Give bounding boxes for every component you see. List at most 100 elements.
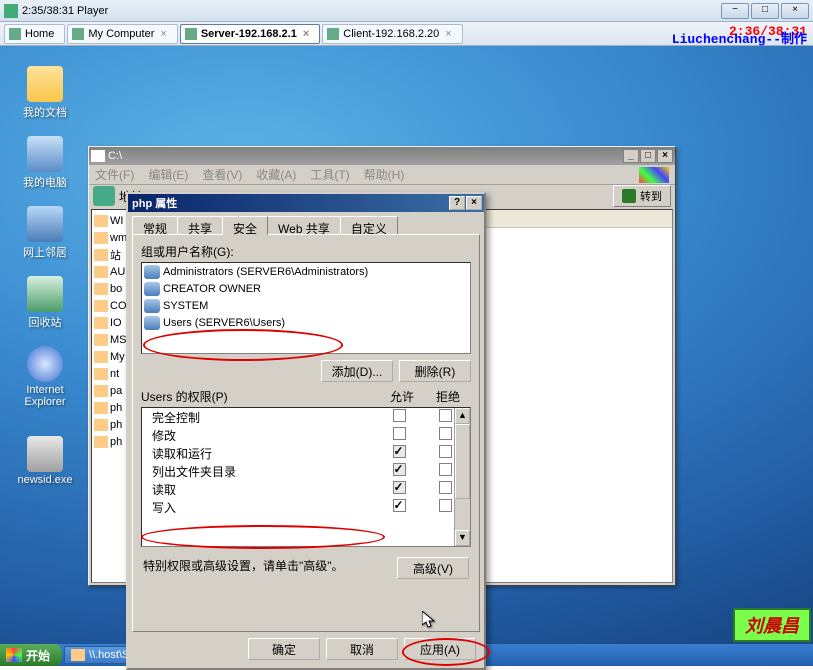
advanced-button[interactable]: 高级(V) [397, 557, 469, 579]
list-item[interactable]: IO [94, 314, 130, 331]
user-item[interactable]: Administrators (SERVER6\Administrators) [142, 263, 470, 280]
dialog-title: php 属性 [130, 195, 449, 211]
menu-view[interactable]: 查看(V) [202, 166, 242, 183]
deny-checkbox[interactable] [439, 499, 452, 512]
list-item[interactable]: wm [94, 229, 130, 246]
menu-fav[interactable]: 收藏(A) [256, 166, 296, 183]
user-item[interactable]: CREATOR OWNER [142, 280, 470, 297]
ok-button[interactable]: 确定 [248, 638, 320, 660]
cancel-button[interactable]: 取消 [326, 638, 398, 660]
apply-button[interactable]: 应用(A) [404, 638, 476, 660]
explorer-titlebar[interactable]: C:\ _ □ × [89, 147, 675, 165]
minimize-button[interactable]: _ [623, 149, 639, 163]
tab-strip: 常规 共享 安全 Web 共享 自定义 [128, 212, 484, 234]
maximize-button[interactable]: □ [751, 3, 779, 19]
list-item[interactable]: ph [94, 416, 130, 433]
author-overlay: Liuchenchang--制作 [672, 28, 807, 47]
list-item[interactable]: ph [94, 433, 130, 450]
desktop-icon-ie[interactable]: Internet Explorer [10, 346, 80, 408]
remove-button[interactable]: 删除(R) [399, 360, 471, 382]
user-item[interactable]: Users (SERVER6\Users) [142, 314, 470, 331]
scroll-down-icon[interactable]: ▼ [455, 530, 470, 546]
deny-checkbox[interactable] [439, 481, 452, 494]
folder-icon [94, 317, 108, 329]
folder-icon [94, 385, 108, 397]
list-item[interactable]: AU [94, 263, 130, 280]
explorer-title: C:\ [108, 150, 623, 162]
tab-home[interactable]: Home [4, 24, 65, 44]
list-item[interactable]: CO [94, 297, 130, 314]
deny-checkbox[interactable] [439, 463, 452, 476]
menu-tools[interactable]: 工具(T) [310, 166, 349, 183]
list-item[interactable]: nt [94, 365, 130, 382]
scroll-up-icon[interactable]: ▲ [455, 408, 470, 424]
list-item[interactable]: 站 [94, 246, 130, 263]
tab-custom[interactable]: 自定义 [340, 216, 398, 234]
scrollbar[interactable]: ▲ ▼ [454, 408, 470, 546]
tab-general[interactable]: 常规 [132, 216, 178, 234]
scroll-thumb[interactable] [455, 424, 470, 499]
folder-icon [94, 249, 108, 261]
close-icon[interactable]: × [160, 28, 166, 40]
close-icon[interactable]: × [445, 28, 451, 40]
folder-icon [94, 283, 108, 295]
properties-dialog: php 属性 ? × 常规 共享 安全 Web 共享 自定义 组或用户名称(G)… [126, 192, 486, 670]
allow-checkbox[interactable] [393, 481, 406, 494]
close-button[interactable]: × [657, 149, 673, 163]
deny-checkbox[interactable] [439, 409, 452, 422]
maximize-button[interactable]: □ [640, 149, 656, 163]
deny-checkbox[interactable] [439, 427, 452, 440]
exe-icon [27, 436, 63, 472]
menu-file[interactable]: 文件(F) [95, 166, 134, 183]
menu-help[interactable]: 帮助(H) [364, 166, 405, 183]
help-button[interactable]: ? [449, 196, 465, 210]
dialog-buttons: 确定 取消 应用(A) [248, 638, 476, 660]
close-button[interactable]: × [466, 196, 482, 210]
tab-client[interactable]: Client-192.168.2.20× [322, 24, 462, 44]
close-icon[interactable]: × [303, 28, 309, 40]
list-item[interactable]: pa [94, 382, 130, 399]
list-item[interactable]: MS [94, 331, 130, 348]
watermark: 刘晨昌 [733, 608, 811, 642]
allow-checkbox[interactable] [393, 499, 406, 512]
back-button[interactable] [93, 186, 115, 206]
user-item[interactable]: SYSTEM [142, 297, 470, 314]
windows-logo-icon [639, 167, 669, 183]
allow-checkbox[interactable] [393, 409, 406, 422]
permissions-label: Users 的权限(P) [141, 388, 379, 405]
list-item[interactable]: ph [94, 399, 130, 416]
desktop-icon-mycomputer[interactable]: 我的电脑 [10, 136, 80, 190]
folder-icon [94, 215, 108, 227]
menu-edit[interactable]: 编辑(E) [148, 166, 188, 183]
window-buttons: − □ × [721, 3, 809, 19]
tab-mycomputer[interactable]: My Computer× [67, 24, 177, 44]
folder-icon [94, 266, 108, 278]
list-item[interactable]: bo [94, 280, 130, 297]
col-allow: 允许 [379, 388, 425, 405]
tab-web[interactable]: Web 共享 [267, 216, 341, 234]
deny-checkbox[interactable] [439, 445, 452, 458]
desktop[interactable]: 我的文档 我的电脑 网上邻居 回收站 Internet Explorer new… [0, 46, 813, 644]
list-item[interactable]: My [94, 348, 130, 365]
go-button[interactable]: 转到 [613, 185, 671, 207]
desktop-icon-network[interactable]: 网上邻居 [10, 206, 80, 260]
desktop-icon-mydocs[interactable]: 我的文档 [10, 66, 80, 120]
tab-share[interactable]: 共享 [177, 216, 223, 234]
desktop-icon-recycle[interactable]: 回收站 [10, 276, 80, 330]
allow-checkbox[interactable] [393, 427, 406, 440]
minimize-button[interactable]: − [721, 3, 749, 19]
user-list[interactable]: Administrators (SERVER6\Administrators)C… [141, 262, 471, 354]
close-button[interactable]: × [781, 3, 809, 19]
player-title: 2:35/38:31 Player [22, 5, 721, 17]
dialog-titlebar[interactable]: php 属性 ? × [128, 194, 484, 212]
tab-server[interactable]: Server-192.168.2.1× [180, 24, 320, 44]
list-item[interactable]: WI [94, 212, 130, 229]
start-button[interactable]: 开始 [0, 644, 62, 666]
allow-checkbox[interactable] [393, 445, 406, 458]
permissions-list[interactable]: ▲ ▼ 完全控制修改读取和运行列出文件夹目录读取写入 [141, 407, 471, 547]
add-button[interactable]: 添加(D)... [321, 360, 393, 382]
allow-checkbox[interactable] [393, 463, 406, 476]
permission-row: 列出文件夹目录 [142, 462, 470, 480]
tab-security[interactable]: 安全 [222, 216, 268, 235]
desktop-icon-newsid[interactable]: newsid.exe [10, 436, 80, 486]
